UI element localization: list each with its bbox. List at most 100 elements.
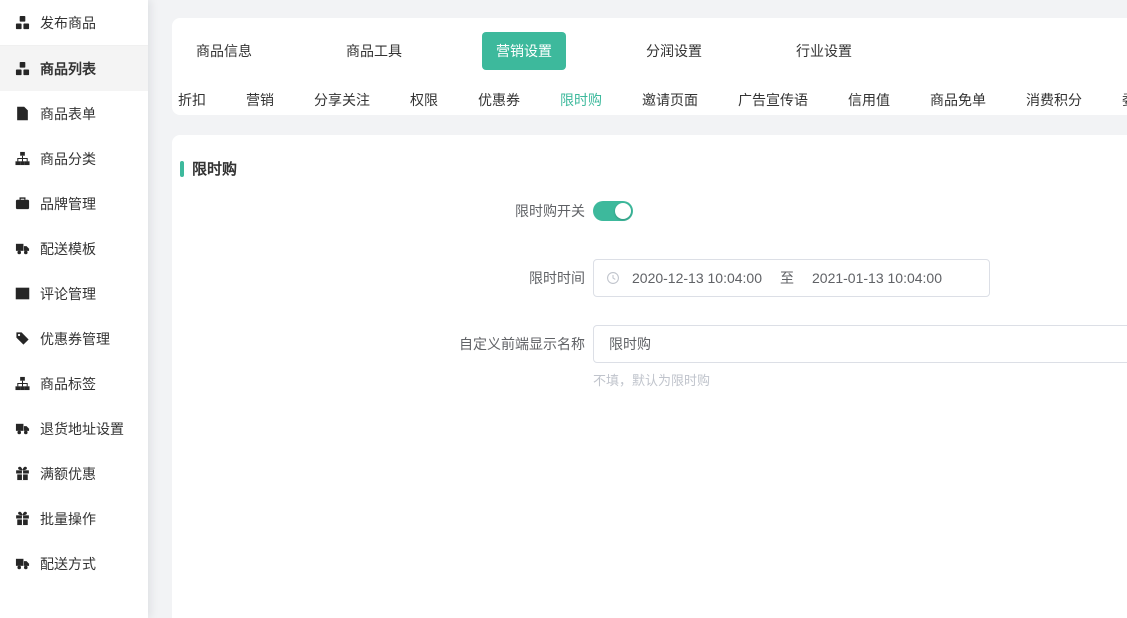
secondary-tab-label: 商品免单 [930, 92, 986, 108]
sidebar-item[interactable]: 退货地址设置 [0, 406, 148, 451]
sidebar-item-label: 配送方式 [40, 554, 96, 574]
sidebar-item-label: 批量操作 [40, 509, 96, 529]
secondary-tab[interactable]: 消费积分 [1026, 82, 1082, 115]
sidebar-item-label: 满额优惠 [40, 464, 96, 484]
secondary-tab[interactable]: 商品免单 [930, 82, 986, 115]
custom-name-label: 自定义前端显示名称 [172, 325, 585, 363]
sitemap-icon [15, 376, 30, 391]
secondary-tab-label: 优惠券 [478, 92, 520, 108]
columns-icon [15, 286, 30, 301]
section-title: 限时购 [180, 158, 1127, 179]
sidebar-item[interactable]: 商品分类 [0, 136, 148, 181]
secondary-tab[interactable]: 营销 [246, 82, 274, 115]
primary-tab[interactable]: 商品工具 [332, 32, 416, 70]
primary-tab[interactable]: 营销设置 [482, 32, 566, 70]
date-start[interactable]: 2020-12-13 10:04:00 [632, 270, 762, 286]
section-title-bar [180, 161, 184, 177]
sidebar-item-label: 配送模板 [40, 239, 96, 259]
sidebar-item-label: 品牌管理 [40, 194, 96, 214]
primary-tab[interactable]: 商品信息 [182, 32, 266, 70]
sidebar-item-label: 商品列表 [40, 59, 96, 79]
name-row: 自定义前端显示名称 不填，默认为限时购 [172, 325, 1127, 389]
tabs-card: 商品信息 商品工具 营销设置 分润设置 行业设置 折扣 营销 [172, 18, 1127, 115]
date-end[interactable]: 2021-01-13 10:04:00 [812, 270, 942, 286]
secondary-tab-label: 权限 [410, 92, 438, 108]
truck-icon [15, 241, 30, 256]
cubes-icon [15, 61, 30, 76]
limited-time-form: 限时购开关 限时时间 2020-12-13 10:04:00 [172, 201, 1127, 389]
sidebar: 发布商品 商品列表 商品表单 商品分类 品牌管理 配送模板 [0, 0, 148, 618]
sidebar-item[interactable]: 商品表单 [0, 91, 148, 136]
main-area: 商品信息 商品工具 营销设置 分润设置 行业设置 折扣 营销 [172, 0, 1127, 618]
secondary-tab[interactable]: 分享关注 [314, 82, 370, 115]
date-range-picker[interactable]: 2020-12-13 10:04:00 至 2021-01-13 10:04:0… [593, 259, 990, 297]
sidebar-item[interactable]: 商品列表 [0, 46, 148, 91]
sidebar-item[interactable]: 优惠券管理 [0, 316, 148, 361]
sidebar-item[interactable]: 商品标签 [0, 361, 148, 406]
sidebar-item[interactable]: 配送方式 [0, 541, 148, 586]
secondary-tab[interactable]: 优惠券 [478, 82, 520, 115]
secondary-tab-label: 消费积分 [1026, 92, 1082, 108]
sidebar-item-label: 优惠券管理 [40, 329, 110, 349]
sitemap-icon [15, 151, 30, 166]
clock-icon [606, 271, 620, 285]
sidebar-item[interactable]: 配送模板 [0, 226, 148, 271]
sidebar-item-label: 评论管理 [40, 284, 96, 304]
truck-icon [15, 556, 30, 571]
secondary-tab-label: 分享关注 [314, 92, 370, 108]
switch-label: 限时购开关 [172, 201, 585, 221]
sidebar-item-label: 商品分类 [40, 149, 96, 169]
primary-tab-label: 行业设置 [796, 43, 852, 59]
panel-card: 限时购 限时购开关 限时时间 [172, 135, 1127, 618]
primary-tab-label: 分润设置 [646, 43, 702, 59]
sidebar-item-label: 商品标签 [40, 374, 96, 394]
secondary-tab-label: 邀请页面 [642, 92, 698, 108]
sidebar-item[interactable]: 批量操作 [0, 496, 148, 541]
sidebar-item[interactable]: 发布商品 [0, 0, 148, 46]
sidebar-item[interactable]: 品牌管理 [0, 181, 148, 226]
secondary-tab-label: 信用值 [848, 92, 890, 108]
file-excel-icon [15, 106, 30, 121]
gift-icon [15, 511, 30, 526]
limited-time-switch[interactable] [593, 201, 633, 221]
sidebar-item[interactable]: 评论管理 [0, 271, 148, 316]
primary-tab-label: 商品信息 [196, 43, 252, 59]
secondary-tab[interactable]: 邀请页面 [642, 82, 698, 115]
primary-tab-bar: 商品信息 商品工具 营销设置 分润设置 行业设置 [172, 30, 1127, 80]
sidebar-item-label: 商品表单 [40, 104, 96, 124]
date-separator: 至 [780, 268, 794, 288]
primary-tab[interactable]: 分润设置 [632, 32, 716, 70]
admin-app: 发布商品 商品列表 商品表单 商品分类 品牌管理 配送模板 [0, 0, 1127, 618]
sidebar-item[interactable]: 满额优惠 [0, 451, 148, 496]
primary-tab-label: 营销设置 [496, 43, 552, 59]
briefcase-icon [15, 196, 30, 211]
secondary-tab-label: 营销 [246, 92, 274, 108]
secondary-tab[interactable]: 委 [1122, 82, 1127, 115]
secondary-tab[interactable]: 广告宣传语 [738, 82, 808, 115]
truck-icon [15, 421, 30, 436]
secondary-tab-label: 折扣 [178, 92, 206, 108]
secondary-tab-bar: 折扣 营销 分享关注 权限 优惠券 限时购 邀请页面 广告宣传语 [178, 82, 1127, 115]
sidebar-item-label: 发布商品 [40, 13, 96, 33]
gift-icon [15, 466, 30, 481]
primary-tab[interactable]: 行业设置 [782, 32, 866, 70]
tag-icon [15, 331, 30, 346]
secondary-tab[interactable]: 限时购 [560, 82, 602, 115]
cubes-icon [15, 15, 30, 30]
secondary-tab-label: 广告宣传语 [738, 92, 808, 108]
secondary-tab-label: 限时购 [560, 92, 602, 108]
time-row: 限时时间 2020-12-13 10:04:00 至 2021-01-13 10… [172, 259, 1127, 297]
secondary-tab[interactable]: 信用值 [848, 82, 890, 115]
custom-name-input[interactable] [593, 325, 1127, 363]
switch-knob [615, 203, 631, 219]
custom-name-hint: 不填，默认为限时购 [593, 370, 1127, 389]
sidebar-nav-list: 发布商品 商品列表 商品表单 商品分类 品牌管理 配送模板 [0, 0, 148, 586]
primary-tab-label: 商品工具 [346, 43, 402, 59]
time-label: 限时时间 [172, 259, 585, 297]
sidebar-item-label: 退货地址设置 [40, 419, 124, 439]
secondary-tab-label: 委 [1122, 92, 1127, 108]
switch-row: 限时购开关 [172, 201, 1127, 221]
secondary-tab[interactable]: 权限 [410, 82, 438, 115]
secondary-tab[interactable]: 折扣 [178, 82, 206, 115]
section-title-text: 限时购 [192, 158, 237, 179]
